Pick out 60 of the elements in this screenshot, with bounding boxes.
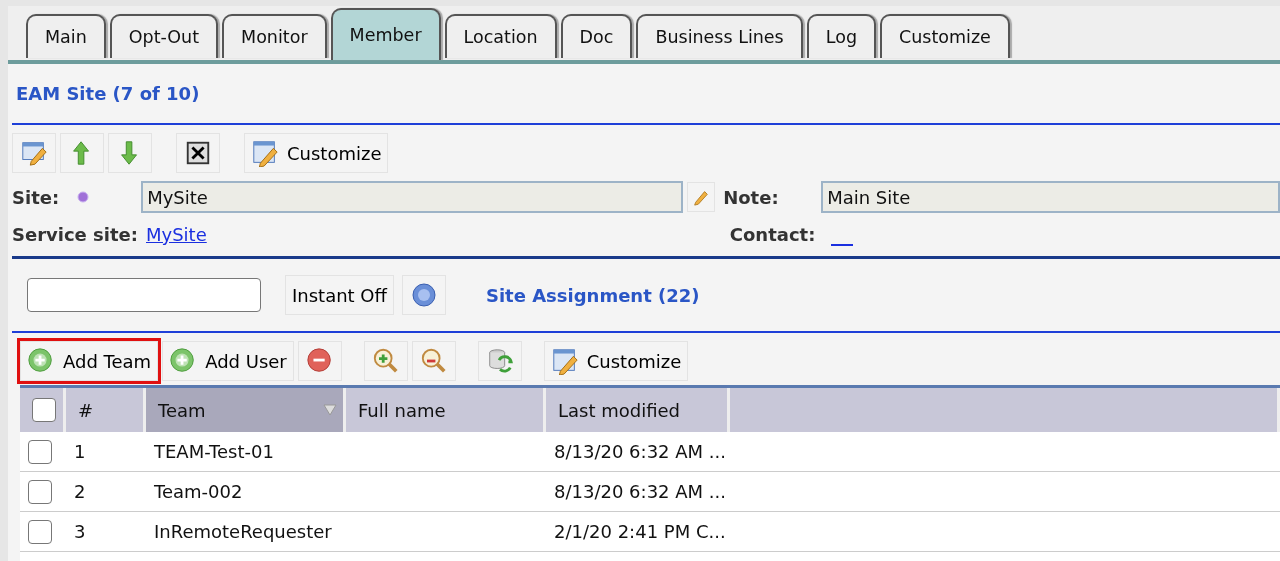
tab[interactable]: Member <box>330 8 441 60</box>
toolbar-button[interactable]: Customize <box>543 341 689 381</box>
table-row[interactable]: 2 Team-002 8/13/20 6:32 AM ... <box>20 472 1280 512</box>
section-title: EAM Site (7 of 10) <box>16 83 200 104</box>
help-icon <box>410 282 437 308</box>
edit-button[interactable] <box>687 182 716 212</box>
service-site-link[interactable]: MySite <box>146 221 207 248</box>
site-field[interactable]: MySite <box>141 181 684 213</box>
add-icon <box>27 347 55 375</box>
table-cell-text: InRemoteRequester <box>154 520 332 544</box>
tab[interactable]: Opt-Out <box>109 14 219 58</box>
customize-icon <box>550 347 579 375</box>
toolbar-button[interactable]: Add Team <box>20 341 159 381</box>
field-label: Note: <box>723 185 780 210</box>
tab[interactable]: Business Lines <box>636 14 803 58</box>
field-label: Service site: <box>12 223 138 247</box>
toolbar-button[interactable] <box>176 133 220 173</box>
column-header[interactable]: Team <box>146 388 346 432</box>
toolbar-button[interactable]: Add User <box>162 341 294 381</box>
help-button[interactable] <box>401 275 446 315</box>
tab[interactable]: Main <box>26 14 106 58</box>
toolbar-button[interactable]: Customize <box>244 133 389 173</box>
table-cell-text: TEAM-Test-01 <box>154 440 274 464</box>
table-cell-text: Team-002 <box>154 480 243 504</box>
zoom-in-icon <box>371 347 400 375</box>
select-all-checkbox[interactable] <box>32 398 56 422</box>
table-cell-text: 2 <box>74 480 86 504</box>
column-label: # <box>78 398 94 423</box>
table-cell-text: 8/13/20 6:32 AM ... <box>554 440 726 464</box>
row-checkbox[interactable] <box>28 479 52 504</box>
close-icon <box>184 139 212 167</box>
sort-icon <box>323 404 337 416</box>
zoom-out-icon <box>419 347 448 375</box>
tab[interactable]: Doc <box>560 14 633 58</box>
search-field[interactable] <box>27 278 261 312</box>
table-cell-text: 8/13/20 6:32 AM ... <box>554 480 726 504</box>
column-label: Last modified <box>558 398 681 423</box>
customize-icon <box>251 139 279 167</box>
tab[interactable]: Log <box>806 14 876 58</box>
row-checkbox[interactable] <box>28 519 52 544</box>
table-cell-text: 1 <box>74 440 86 464</box>
tab[interactable]: Location <box>444 14 557 58</box>
column-label: Full name <box>358 398 446 423</box>
edit-icon <box>20 139 48 167</box>
status-dot-icon <box>77 191 90 203</box>
instant-toggle-button[interactable]: Instant Off <box>285 275 394 315</box>
field-label: Site: <box>12 185 60 210</box>
table-cell-text: 2/1/20 2:41 PM C... <box>554 520 726 544</box>
section-title: Site Assignment (22) <box>485 283 700 308</box>
note-field[interactable]: Main Site <box>821 181 1280 213</box>
table-row[interactable]: 1 TEAM-Test-01 8/13/20 6:32 AM ... <box>20 432 1280 472</box>
column-label: Team <box>158 398 206 423</box>
pencil-icon <box>692 188 711 206</box>
tab[interactable]: Monitor <box>222 14 327 58</box>
tab[interactable]: Customize <box>880 14 1010 58</box>
row-checkbox[interactable] <box>28 439 52 464</box>
field-label: Contact: <box>729 223 816 247</box>
table-row[interactable]: 3 InRemoteRequester 2/1/20 2:41 PM C... <box>20 512 1280 552</box>
remove-icon <box>305 347 334 375</box>
table-cell-text: 3 <box>74 520 86 544</box>
